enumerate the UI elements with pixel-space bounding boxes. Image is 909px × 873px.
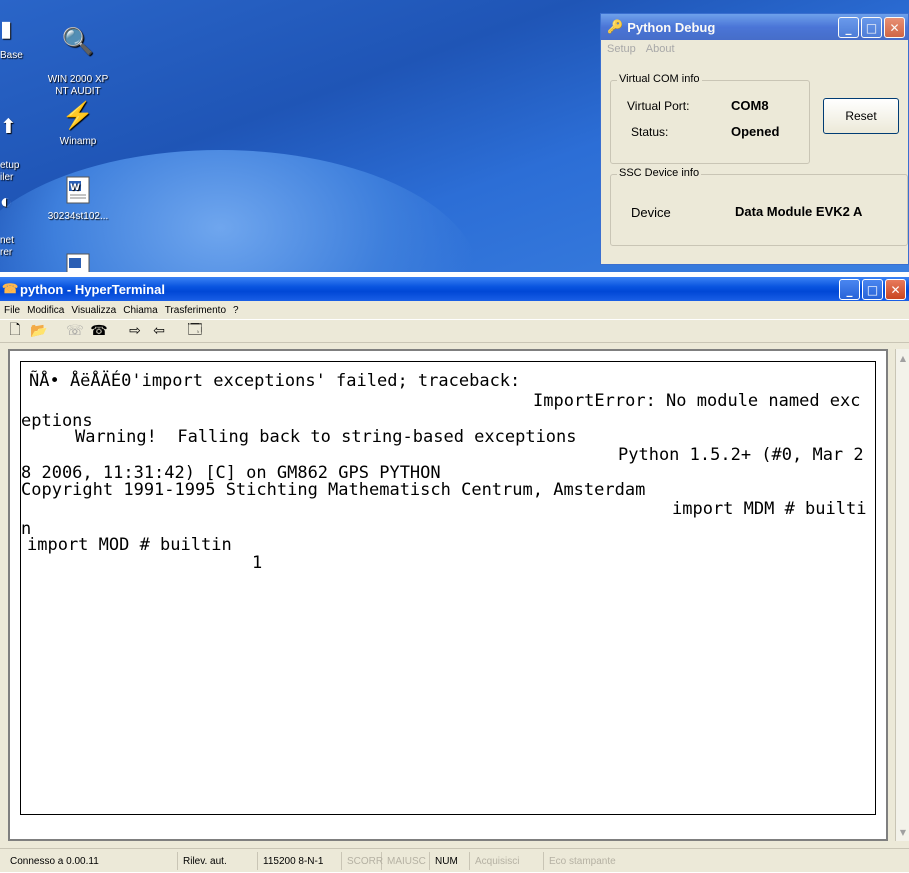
python-debug-titlebar[interactable]: 🔑 Python Debug _ □ ✕ (601, 14, 908, 40)
terminal-line: 1 (252, 553, 263, 573)
close-button[interactable]: ✕ (884, 17, 905, 38)
terminal-screen[interactable]: ÑÅ• ÅëÅÄÉ0'import exceptions' failed; tr… (20, 361, 876, 815)
disconnect-icon[interactable]: ☎ (90, 322, 108, 340)
status-port-settings: 115200 8-N-1 (258, 852, 342, 870)
group-legend: Virtual COM info (617, 73, 702, 85)
status-caps-lock: MAIUSC (382, 852, 430, 870)
menu-about[interactable]: About (646, 43, 675, 55)
status-connection: Connesso a 0.00.11 (0, 852, 178, 870)
word-document-icon: W (61, 173, 95, 207)
menu-trasferimento[interactable]: Trasferimento (165, 305, 226, 316)
receive-file-icon[interactable]: ⇦ (150, 322, 168, 340)
reset-button[interactable]: Reset (823, 98, 899, 134)
menu-setup[interactable]: Setup (607, 43, 636, 55)
desktop-icon-winamp[interactable]: ⚡ Winamp (38, 98, 118, 148)
scroll-down-icon[interactable]: ▼ (897, 825, 909, 839)
menubar: File Modifica Visualizza Chiama Trasferi… (0, 301, 909, 319)
desktop-icon-label: 30234st102... (47, 211, 109, 222)
desktop-icon-label: WIN 2000 XP NT AUDIT (47, 74, 109, 97)
status-autodetect: Rilev. aut. (178, 852, 258, 870)
toolbar: 🗋 📂 ☏ ☎ ⇨ ⇦ 🗔 (0, 319, 909, 343)
window-controls: _ □ ✕ (839, 279, 906, 300)
hyperterminal-window: ☎ python - HyperTerminal _ □ ✕ File Modi… (0, 277, 909, 872)
magnifier-icon: 🔍 (61, 26, 95, 56)
ssc-device-group: SSC Device info Device Data Module EVK2 … (610, 167, 908, 246)
maximize-button[interactable]: □ (862, 279, 883, 300)
minimize-button[interactable]: _ (839, 279, 860, 300)
group-legend: SSC Device info (617, 167, 702, 179)
terminal-line: ÑÅ• ÅëÅÄÉ0'import exceptions' failed; tr… (29, 371, 521, 391)
menu-visualizza[interactable]: Visualizza (71, 305, 116, 316)
properties-icon[interactable]: 🗔 (186, 322, 204, 340)
winamp-icon: ⚡ (61, 100, 95, 130)
terminal-line: Python 1.5.2+ (#0, Mar 2 (618, 445, 864, 465)
status-value: Opened (731, 124, 780, 139)
terminal-line: ImportError: No module named exc (533, 391, 861, 411)
terminal-line: import MOD # builtin (27, 535, 232, 555)
hyperterminal-app-icon: ☎ (2, 281, 19, 296)
connect-icon[interactable]: ☏ (66, 322, 84, 340)
menu-file[interactable]: File (4, 305, 20, 316)
word-document-icon (61, 250, 95, 272)
desktop-icon-label: Base (0, 50, 23, 61)
desktop-icon-internet[interactable]: ◐ net rer (0, 173, 30, 259)
desktop-icon-win2000-audit[interactable]: 🔍 WIN 2000 XP NT AUDIT (38, 12, 118, 98)
device-label: Device (631, 205, 671, 220)
status-capture: Acquisisci (470, 852, 544, 870)
internet-icon: ◐ (0, 191, 13, 213)
window-title: Python Debug (627, 19, 716, 35)
desktop-icon-label: net rer (0, 235, 14, 258)
maximize-button[interactable]: □ (861, 17, 882, 38)
minimize-button[interactable]: _ (838, 17, 859, 38)
status-scroll-lock: SCORR (342, 852, 383, 870)
status-label: Status: (631, 125, 669, 139)
open-folder-icon[interactable]: 📂 (30, 322, 48, 340)
scroll-up-icon[interactable]: ▲ (897, 351, 909, 365)
virtual-port-label: Virtual Port: (627, 99, 690, 113)
new-file-icon[interactable]: 🗋 (6, 322, 24, 340)
vertical-scrollbar[interactable]: ▲ ▼ (895, 349, 909, 841)
status-print-echo: Eco stampante (549, 855, 616, 867)
hyperterminal-titlebar[interactable]: ☎ python - HyperTerminal _ □ ✕ (0, 277, 909, 301)
key-icon: 🔑 (607, 19, 624, 34)
send-file-icon[interactable]: ⇨ (126, 322, 144, 340)
desktop-icon-label: Winamp (59, 136, 97, 147)
status-num-lock: NUM (430, 852, 470, 870)
status-bar: Connesso a 0.00.11 Rilev. aut. 115200 8-… (0, 848, 909, 873)
desktop-icon-word-doc-partial[interactable] (38, 250, 118, 272)
virtual-com-group: Virtual COM info Virtual Port: COM8 Stat… (610, 73, 810, 164)
terminal-line: Warning! Falling back to string-based ex… (75, 427, 577, 447)
menu-help[interactable]: ? (233, 305, 239, 316)
setup-icon: ⬆ (0, 116, 17, 138)
terminal-line: Copyright 1991-1995 Stichting Mathematis… (21, 480, 646, 500)
close-button[interactable]: ✕ (885, 279, 906, 300)
menu-modifica[interactable]: Modifica (27, 305, 64, 316)
terminal-line: import MDM # builti (672, 499, 867, 519)
svg-text:W: W (70, 183, 80, 193)
menu-chiama[interactable]: Chiama (123, 305, 157, 316)
virtual-port-value: COM8 (731, 98, 769, 113)
window-controls: _ □ ✕ (838, 17, 905, 38)
desktop-icon-base[interactable]: ▮ Base (0, 12, 30, 62)
window-title: python - HyperTerminal (20, 281, 165, 297)
database-icon: ▮ (0, 16, 13, 41)
desktop-icon-setup[interactable]: ⬆ etup iler (0, 98, 30, 184)
menubar: Setup About (601, 40, 908, 58)
device-value: Data Module EVK2 A (735, 204, 863, 219)
python-debug-window: 🔑 Python Debug _ □ ✕ Setup About Virtual… (600, 13, 909, 265)
desktop-icon-word-doc[interactable]: W 30234st102... (38, 173, 118, 223)
terminal-area[interactable]: ÑÅ• ÅëÅÄÉ0'import exceptions' failed; tr… (8, 349, 888, 841)
